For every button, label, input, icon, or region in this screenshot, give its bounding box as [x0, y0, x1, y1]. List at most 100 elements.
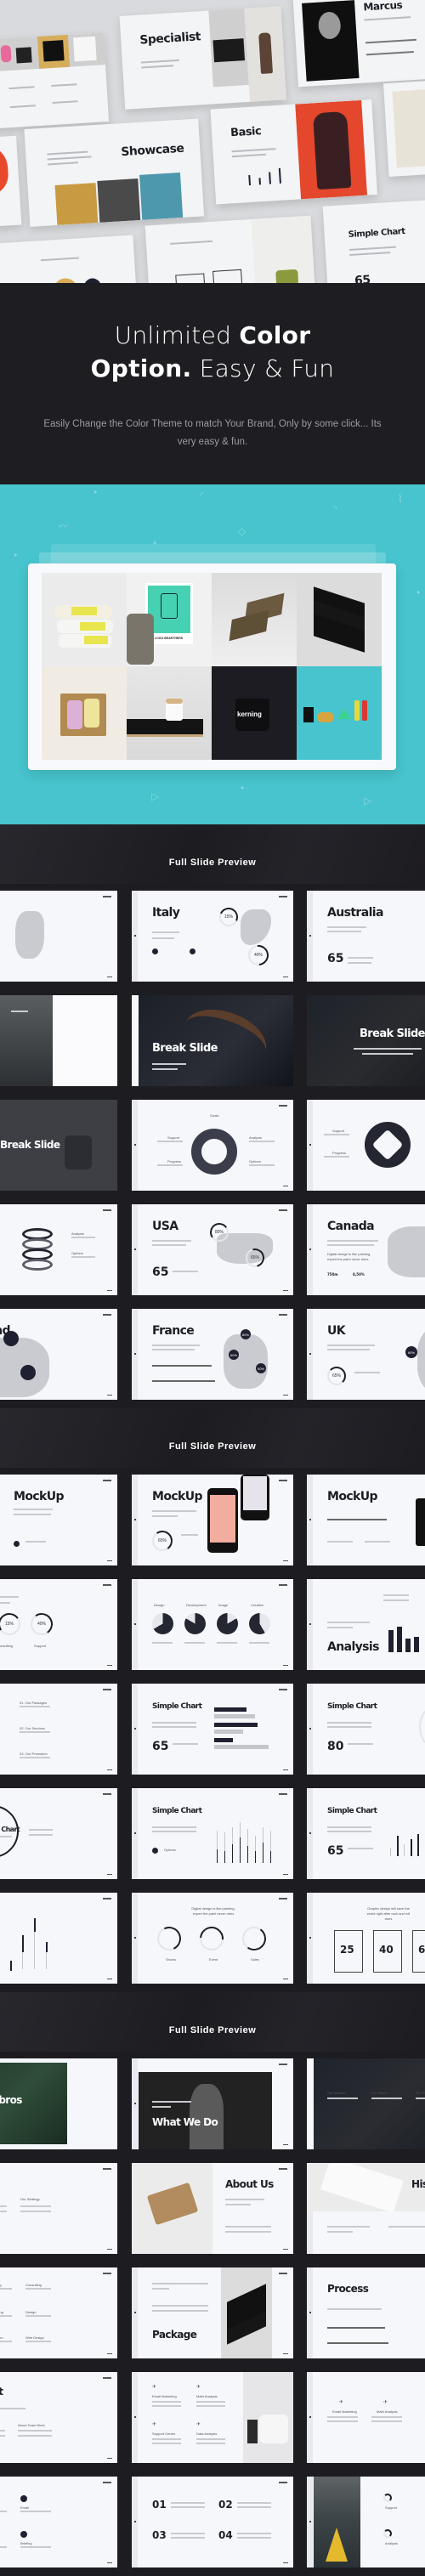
slide-thumbnail-thin-bars[interactable]: Simple Chart 65: [307, 1788, 425, 1879]
slide-thumbnail-mission[interactable]: Our Mission Our Vision Our St: [307, 2058, 425, 2149]
slide-thumbnail-country-rings-stat[interactable]: USA 65 80% 65%: [132, 1204, 293, 1295]
slide-thumbnail-country-bars[interactable]: many: [0, 891, 117, 982]
slide-thumbnail-column-chart[interactable]: 01. Our Packages 02. Our Services 03. Our …: [0, 1684, 117, 1775]
slide-thumbnail-history[interactable]: His: [307, 2163, 425, 2254]
badge-value: 60%: [230, 1352, 237, 1357]
slide-label: 01. Our Packages: [20, 1701, 48, 1705]
progress-bar: [327, 2342, 388, 2344]
slide-thumbnail-center-ring[interactable]: Simple Chart: [0, 1788, 117, 1879]
page-number: [107, 1560, 112, 1561]
slide-thumbnail-country-uk[interactable]: UK 65% 60%: [307, 1309, 425, 1400]
slide-thumbnail-photo-girl[interactable]: What We Do: [132, 2058, 293, 2149]
feature-icon: ✈: [152, 2422, 157, 2427]
icon-badge: [152, 948, 158, 954]
slide-thumbnail-features[interactable]: ✈ Email Marketing ✈ Math Analysis ✈ Support C…: [132, 2372, 293, 2463]
slide-thumbnail-vision[interactable]: Our VisionOur Strategy: [0, 2163, 117, 2254]
slide-label: Briefing: [20, 2541, 32, 2545]
text-line: [184, 1642, 205, 1644]
slide-thumbnail-candle[interactable]: hart: [0, 1893, 117, 1984]
slide-thumbnail-about-box[interactable]: About Us: [132, 2163, 293, 2254]
slide-thumbnail-lines-chart[interactable]: Simple Chart Options: [132, 1788, 293, 1879]
text-line: [237, 2537, 271, 2539]
hero-slide-title: Specialist: [139, 30, 201, 48]
slide-thumbnail-prices[interactable]: Graphic design will save the world right…: [307, 1893, 425, 1984]
icon-badge: [190, 948, 196, 954]
slide-title: Simple Chart: [152, 1702, 202, 1711]
slide-label: Email Marketing: [152, 2394, 177, 2398]
page-number: [107, 1978, 112, 1979]
text-line: [324, 1156, 349, 1158]
icon-badge: 80%: [241, 1329, 251, 1339]
slide-thumbnail-contact[interactable]: act Us: [0, 995, 117, 1086]
slide-thumbnail-photo-forest[interactable]: the fabros: [0, 2058, 117, 2149]
progress-bar: [152, 1365, 212, 1367]
heading-light-text: Unlimited: [114, 321, 240, 349]
slide-thumbnail-country-dots[interactable]: France 80% 60% 50%: [132, 1309, 293, 1400]
slide-thumbnail-mock-tablet[interactable]: MockUp: [307, 1475, 425, 1565]
slide-marker: [309, 1937, 311, 1939]
slide-thumbnail-country-icons[interactable]: hzerland: [0, 1309, 117, 1400]
text-line: [152, 1831, 196, 1832]
slide-thumbnail-country-stat[interactable]: Australia 65: [307, 891, 425, 982]
slide-thumbnail-kayak[interactable]: Support Analysis: [307, 2477, 425, 2568]
progress-ring: 40%: [244, 941, 273, 970]
slide-thumbnail-country-rings[interactable]: Italy 15% 40%: [132, 891, 293, 982]
slide-photo: [210, 1495, 235, 1543]
text-line: [327, 2231, 353, 2233]
slide-thumbnail-three-rings[interactable]: 80%15%40%DesignConsultingSupport: [0, 1579, 117, 1670]
hero-slide-title: Simple Chart: [348, 226, 405, 241]
text-line: [152, 1642, 173, 1644]
slide-thumbnail-big-ring[interactable]: Simple Chart 80: [307, 1684, 425, 1775]
text-line: [0, 1602, 10, 1604]
page-number: [107, 976, 112, 977]
chart-bar: [263, 1843, 264, 1863]
slide-thumbnail-process[interactable]: Process: [307, 2267, 425, 2358]
slide-thumbnail-package[interactable]: Package: [132, 2267, 293, 2358]
slide-marker: [309, 1728, 311, 1730]
slide-thumbnail-icon-grid[interactable]: SupportEmailAnalysisBriefing: [0, 2477, 117, 2568]
text-line: [152, 2288, 169, 2290]
hero-slide-title: Marcus: [363, 0, 403, 14]
ring-value: 15%: [224, 914, 233, 920]
slide-thumbnail-mock-phone[interactable]: MockUp 65%: [132, 1475, 293, 1565]
text-line: [0, 2211, 7, 2212]
slide-thumbnail-services[interactable]: icesMarketingConsultingAdvertisingDesign…: [0, 2267, 117, 2358]
slide-marker: [134, 2416, 136, 2418]
slide-thumbnail-break[interactable]: Break Slide: [132, 995, 293, 1086]
text-line: [354, 1372, 380, 1373]
slide-thumbnail-cycle[interactable]: Goals Support Analysis Progress Options: [132, 1100, 293, 1191]
pie-chart: [152, 1613, 173, 1634]
text-line: [171, 2533, 205, 2534]
slide-marker: [309, 2312, 311, 2313]
slide-thumbnail-break-room[interactable]: Break Slide: [0, 1100, 117, 1191]
text-line: [29, 1834, 53, 1836]
slide-title: What We Do: [152, 2116, 218, 2128]
slide-thumbnail-analysis[interactable]: Analysis: [307, 1579, 425, 1670]
slide-thumbnail-break-center[interactable]: Break Slide: [307, 995, 425, 1086]
slide-thumbnail-about[interactable]: AboutAbout ConceptAbout Team Work: [0, 2372, 117, 2463]
slide-thumbnail-layers[interactable]: Analysis Options: [0, 1204, 117, 1295]
mug-brand-text: kerning: [237, 711, 262, 718]
slide-thumbnail-cycle2[interactable]: Support Progress: [307, 1100, 425, 1191]
icon-badge: [14, 1541, 20, 1547]
slide-thumbnail-hbar[interactable]: Simple Chart 65: [132, 1684, 293, 1775]
slide-label: Progress: [167, 1159, 182, 1163]
slide-thumbnail-country-figures[interactable]: Canada Digital design is like painting, e…: [307, 1204, 425, 1295]
page-number: [107, 1873, 112, 1875]
ring-value: 15%: [4, 1622, 14, 1627]
slide-thumbnail-icon-rings[interactable]: Digital design is like painting, expert …: [132, 1893, 293, 1984]
slide-thumbnail-features-row[interactable]: ✈ Email Marketing ✈ Math Analysis: [307, 2372, 425, 2463]
slide-label: Shows: [166, 1957, 177, 1962]
ring-value: 65%: [250, 1255, 259, 1260]
icon-badge: [20, 1365, 36, 1380]
slide-thumbnail-numbers[interactable]: 01 02 03 04: [132, 2477, 293, 2568]
text-line: [71, 1256, 95, 1258]
slide-title: Canada: [327, 1220, 375, 1233]
text-line: [152, 1510, 196, 1512]
slide-label: Design: [26, 2310, 37, 2314]
brand-mark: [279, 2168, 287, 2170]
slide-thumbnail-mock-laptop[interactable]: MockUp: [0, 1475, 117, 1565]
slide-thumbnail-four-pies[interactable]: Design Development Image Creative: [132, 1579, 293, 1670]
slide-marker: [134, 1353, 136, 1355]
slide-subtitle: Graphic design will save the world right…: [366, 1906, 411, 1921]
